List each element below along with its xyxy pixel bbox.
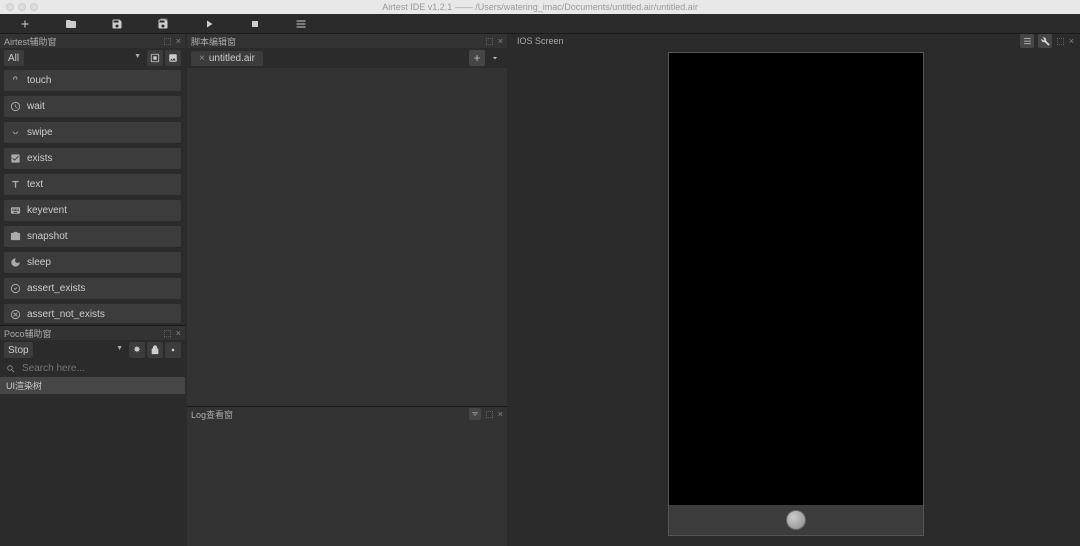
device-panel-header: IOS Screen ⬚ × — [511, 34, 1080, 48]
cmd-text[interactable]: text — [4, 174, 181, 195]
undock-icon[interactable]: ⬚ — [1056, 34, 1065, 48]
airtest-panel-title: Airtest辅助窗 — [4, 35, 57, 48]
freeze-button[interactable] — [129, 342, 145, 358]
poco-search-input[interactable] — [22, 363, 179, 374]
new-button[interactable] — [2, 14, 48, 34]
editor-panel-title: 脚本编辑窗 — [191, 35, 236, 48]
device-tools-button[interactable] — [1038, 34, 1052, 48]
poco-panel-header: Poco辅助窗 ⬚ × — [0, 326, 185, 340]
close-icon[interactable]: × — [498, 36, 503, 47]
cmd-assert-exists[interactable]: assert_exists — [4, 278, 181, 299]
save-all-button[interactable] — [140, 14, 186, 34]
close-icon[interactable]: × — [1069, 34, 1074, 48]
cmd-wait[interactable]: wait — [4, 96, 181, 117]
close-icon[interactable]: × — [176, 328, 181, 339]
poco-panel-title: Poco辅助窗 — [4, 327, 52, 340]
cmd-sleep[interactable]: sleep — [4, 252, 181, 273]
lock-button[interactable] — [147, 342, 163, 358]
poco-mode-dropdown[interactable]: Stop — [4, 342, 33, 358]
home-button[interactable] — [786, 510, 806, 530]
maximize-window[interactable] — [30, 3, 38, 11]
image-editor-button[interactable] — [165, 50, 181, 66]
log-output[interactable] — [187, 421, 507, 546]
cmd-exists[interactable]: exists — [4, 148, 181, 169]
log-panel-title: Log查看窗 — [191, 408, 233, 421]
filter-dropdown[interactable]: All — [4, 50, 24, 66]
cmd-assert-not-exists[interactable]: assert_not_exists — [4, 304, 181, 323]
window-title: Airtest IDE v1.2.1 —— /Users/watering_im… — [382, 2, 698, 12]
tab-close-icon[interactable]: × — [199, 53, 205, 64]
cmd-touch[interactable]: touch — [4, 70, 181, 91]
run-button[interactable] — [186, 14, 232, 34]
ui-tree-label[interactable]: UI渲染树 — [0, 377, 185, 394]
commands-list: touch wait swipe exists text keyevent sn… — [0, 68, 185, 325]
log-panel-header: Log查看窗 ⬚ × — [187, 407, 507, 421]
inspect-button[interactable] — [165, 342, 181, 358]
report-button[interactable] — [278, 14, 324, 34]
cmd-swipe[interactable]: swipe — [4, 122, 181, 143]
device-home-bar — [669, 505, 923, 535]
cmd-snapshot[interactable]: snapshot — [4, 226, 181, 247]
log-filter-button[interactable] — [469, 408, 481, 420]
undock-icon[interactable]: ⬚ — [163, 328, 172, 339]
undock-icon[interactable]: ⬚ — [485, 409, 494, 420]
save-button[interactable] — [94, 14, 140, 34]
window-controls — [6, 3, 38, 11]
tab-menu-button[interactable] — [487, 50, 503, 66]
editor-panel-header: 脚本编辑窗 ⬚ × — [187, 34, 507, 48]
undock-icon[interactable]: ⬚ — [485, 36, 494, 47]
device-panel-title: IOS Screen — [517, 36, 564, 46]
editor-tab[interactable]: × untitled.air — [191, 51, 263, 66]
add-tab-button[interactable] — [469, 50, 485, 66]
close-icon[interactable]: × — [176, 36, 181, 47]
search-icon — [6, 364, 16, 374]
device-area — [511, 48, 1080, 546]
record-button[interactable] — [147, 50, 163, 66]
device-screen[interactable] — [669, 53, 923, 505]
airtest-panel-header: Airtest辅助窗 ⬚ × — [0, 34, 185, 48]
stop-button[interactable] — [232, 14, 278, 34]
close-window[interactable] — [6, 3, 14, 11]
titlebar: Airtest IDE v1.2.1 —— /Users/watering_im… — [0, 0, 1080, 14]
code-editor[interactable] — [187, 68, 507, 406]
open-button[interactable] — [48, 14, 94, 34]
close-icon[interactable]: × — [498, 409, 503, 419]
main-toolbar — [0, 14, 1080, 34]
minimize-window[interactable] — [18, 3, 26, 11]
device-frame — [668, 52, 924, 536]
cmd-keyevent[interactable]: keyevent — [4, 200, 181, 221]
undock-icon[interactable]: ⬚ — [163, 36, 172, 47]
device-rotate-button[interactable] — [1020, 34, 1034, 48]
